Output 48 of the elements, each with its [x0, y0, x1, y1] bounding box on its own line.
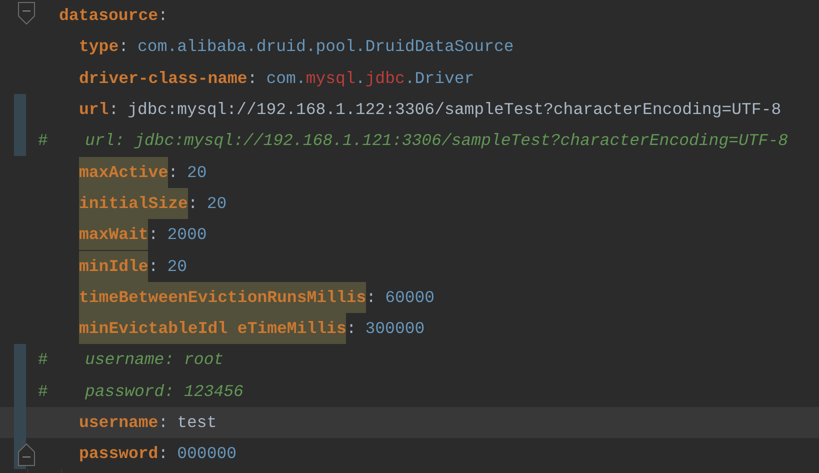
colon: :: [168, 162, 178, 182]
yaml-key: type: [79, 31, 119, 62]
yaml-value: 60000: [385, 288, 435, 307]
yaml-key: initialSize: [79, 188, 188, 219]
yaml-value: mysql: [306, 68, 356, 88]
yaml-key: datasource: [59, 0, 158, 32]
yaml-key: url: [79, 94, 109, 126]
yaml-value: 20: [167, 256, 188, 276]
change-marker: [14, 125, 26, 156]
yaml-key: maxActive: [79, 156, 168, 188]
yaml-value: 20: [206, 194, 227, 213]
yaml-value: com.alibaba.druid.pool.DruidDataSource: [138, 37, 514, 56]
colon: :: [366, 288, 376, 307]
comment-mark: #: [38, 350, 49, 370]
colon: :: [118, 37, 129, 56]
yaml-value: jdbc: [365, 68, 405, 88]
colon: :: [188, 194, 198, 213]
yaml-key: minIdle: [79, 250, 148, 282]
yaml-value: 300000: [365, 319, 425, 338]
yaml-value: com.: [266, 68, 306, 88]
yaml-value: 000000: [177, 444, 237, 464]
yaml-value: jdbc:mysql://192.168.1.122:3306/sampleTest?characterEncoding=UTF-8: [128, 100, 782, 120]
yaml-key: maxWait: [79, 219, 148, 250]
yaml-value: test: [177, 413, 217, 432]
colon: :: [158, 6, 168, 26]
colon: :: [108, 100, 119, 120]
yaml-value: .Driver: [404, 68, 474, 88]
yaml-value: 2000: [167, 225, 207, 244]
yaml-value: .: [355, 68, 366, 88]
colon: :: [346, 319, 356, 338]
yaml-key: driver-class-name: [79, 62, 248, 94]
yaml-key: username: [79, 407, 158, 438]
change-marker: [14, 94, 26, 126]
colon: :: [148, 256, 158, 276]
colon: :: [247, 68, 258, 88]
comment-text: url: jdbc:mysql://192.168.1.121:3306/sampleTest?characterEncoding=UTF-8: [84, 131, 788, 150]
comment-text: username: root: [84, 350, 224, 370]
colon: :: [148, 225, 158, 244]
colon: :: [158, 444, 168, 464]
change-marker: [14, 344, 26, 376]
yaml-key: minEvictableIdl eTimeMillis: [79, 313, 346, 344]
yaml-key: timeBetweenEvictionRunsMillis: [79, 282, 366, 313]
yaml-key: password: [79, 438, 158, 470]
colon: :: [158, 413, 168, 432]
comment-text: password: 123456: [84, 382, 244, 401]
comment-mark: #: [38, 131, 49, 150]
yaml-value: 20: [187, 162, 207, 182]
comment-mark: #: [38, 382, 49, 401]
